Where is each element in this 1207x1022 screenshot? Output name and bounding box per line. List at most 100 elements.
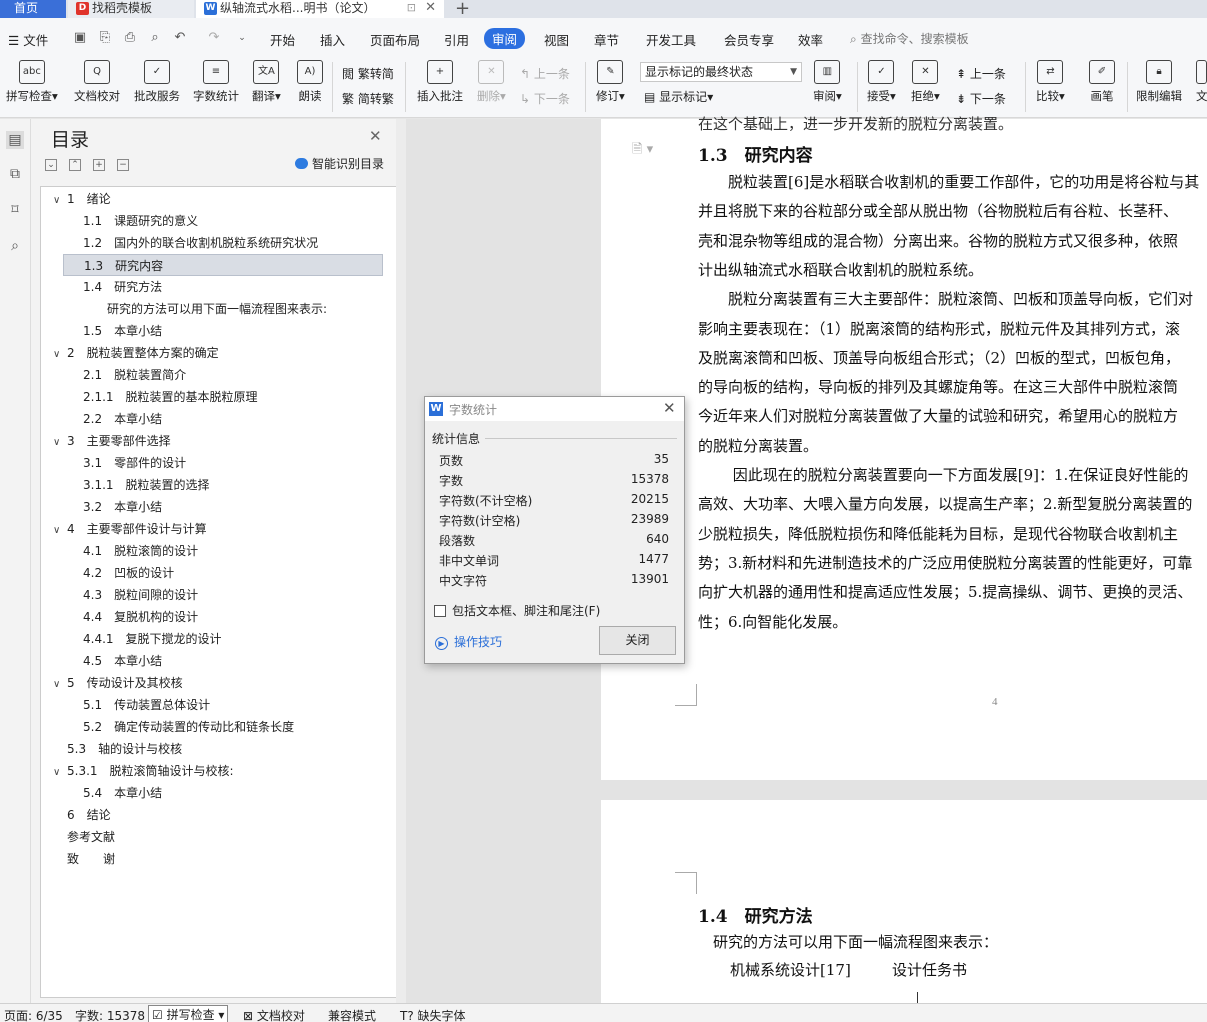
next-comment-button[interactable]: ↳ 下一条 <box>520 90 570 107</box>
read-aloud-button[interactable]: A) 朗读 <box>297 60 323 104</box>
chevron-down-icon[interactable]: ∨ <box>53 762 67 784</box>
pin-icon[interactable]: ⊡ <box>407 0 416 16</box>
chevron-down-icon[interactable]: ∨ <box>53 190 67 212</box>
insert-comment-button[interactable]: + 插入批注 <box>417 60 463 104</box>
save-icon[interactable]: ▣ <box>72 30 88 46</box>
markup-state-select[interactable]: 显示标记的最终状态 ▼ <box>640 62 802 82</box>
toc-item[interactable]: ∨ 2 脱粒装置整体方案的确定 <box>53 342 219 364</box>
tab-home[interactable]: 首页 <box>0 0 66 18</box>
word-count-indicator[interactable]: 字数: 15378 <box>75 1007 145 1022</box>
menu-review[interactable]: 审阅 <box>484 28 526 49</box>
spell-check-button[interactable]: abc 拼写检查▾ <box>6 60 58 104</box>
restrict-edit-button[interactable]: 🔒︎ 限制编辑 <box>1136 60 1182 104</box>
toc-item[interactable]: 4.1 脱粒滚筒的设计 <box>83 540 198 562</box>
command-search[interactable]: ⌕ 查找命令、搜索模板 <box>850 30 969 47</box>
print-icon[interactable]: ⎙ <box>122 30 138 46</box>
translate-button[interactable]: 文A 翻译▾ <box>252 60 281 104</box>
tips-link[interactable]: ▶ 操作技巧 <box>435 633 502 650</box>
close-button[interactable]: 关闭 <box>599 626 676 655</box>
menu-layout[interactable]: 页面布局 <box>370 30 420 49</box>
review-pane-button[interactable]: ▥ 审阅▾ <box>813 60 842 104</box>
toc-item[interactable]: 研究的方法可以用下面一幅流程图来表示: <box>107 298 327 320</box>
toc-item[interactable]: 4.3 脱粒间隙的设计 <box>83 584 198 606</box>
toc-item[interactable]: 1.2 国内外的联合收割机脱粒系统研究状况 <box>83 232 318 254</box>
doc-permission-button[interactable]: 文 <box>1196 60 1207 104</box>
toc-item[interactable]: 3.2 本章小结 <box>83 496 162 518</box>
menu-chapter[interactable]: 章节 <box>594 30 619 49</box>
chevron-down-icon[interactable]: ∨ <box>53 674 67 696</box>
toc-item[interactable]: ∨ 4 主要零部件设计与计算 <box>53 518 207 540</box>
collapse-all-icon[interactable]: ⌄ <box>45 159 57 171</box>
word-count-button[interactable]: ≡ 字数统计 <box>193 60 239 104</box>
menu-start[interactable]: 开始 <box>270 30 295 49</box>
toc-item[interactable]: 致 谢 <box>67 848 115 870</box>
trad-to-simp-button[interactable]: 閲 繁转简 <box>342 65 394 82</box>
toc-item[interactable]: 1.4 研究方法 <box>83 276 162 298</box>
prev-change-button[interactable]: ⇞ 上一条 <box>956 65 1006 82</box>
toc-item[interactable]: 5.4 本章小结 <box>83 782 162 804</box>
page-indicator[interactable]: 页面: 6/35 <box>4 1007 63 1022</box>
simp-to-trad-button[interactable]: 繁 简转繁 <box>342 90 394 107</box>
compare-button[interactable]: ⇄ 比较▾ <box>1036 60 1065 104</box>
toc-item[interactable]: 2.2 本章小结 <box>83 408 162 430</box>
export-icon[interactable]: ⎘ <box>97 30 113 46</box>
menu-member[interactable]: 会员专享 <box>724 30 774 49</box>
toc-item[interactable]: 1.5 本章小结 <box>83 320 162 342</box>
toc-item[interactable]: 5.1 传动装置总体设计 <box>83 694 210 716</box>
toc-item[interactable]: 2.1.1 脱粒装置的基本脱粒原理 <box>83 386 258 408</box>
smart-toc-button[interactable]: 智能识别目录 <box>295 155 384 172</box>
doc-check-status[interactable]: ⊠ 文档校对 <box>243 1007 305 1022</box>
toc-item[interactable]: 4.4 复脱机构的设计 <box>83 606 198 628</box>
prev-comment-button[interactable]: ↰ 上一条 <box>520 65 570 82</box>
missing-font-status[interactable]: T? 缺失字体 <box>400 1007 466 1022</box>
toc-item[interactable]: ∨ 5.3.1 脱粒滚筒轴设计与校核: <box>53 760 234 782</box>
toc-item[interactable]: 5.2 确定传动装置的传动比和链条长度 <box>83 716 294 738</box>
accept-button[interactable]: ✓ 接受▾ <box>867 60 896 104</box>
toc-item[interactable]: 6 结论 <box>67 804 111 826</box>
toc-item[interactable]: 4.2 凹板的设计 <box>83 562 174 584</box>
toc-item[interactable]: 4.5 本章小结 <box>83 650 162 672</box>
close-icon[interactable]: ✕ <box>663 399 676 417</box>
menu-insert[interactable]: 插入 <box>320 30 345 49</box>
include-footnotes-checkbox[interactable]: 包括文本框、脚注和尾注(F) <box>434 602 600 619</box>
toc-item[interactable]: 5.3 轴的设计与校核 <box>67 738 182 760</box>
toc-item[interactable]: 1.3 研究内容 <box>63 254 383 276</box>
preview-icon[interactable]: ⌕ <box>147 30 163 46</box>
reject-button[interactable]: ✕ 拒绝▾ <box>911 60 940 104</box>
menu-efficiency[interactable]: 效率 <box>798 30 823 49</box>
tab-document[interactable]: W 纵轴流式水稻...明书（论文） ⊡ ✕ <box>196 0 444 18</box>
toc-item[interactable]: 3.1 零部件的设计 <box>83 452 186 474</box>
delete-comment-button[interactable]: ✕ 删除▾ <box>477 60 506 104</box>
doc-tools-icon[interactable]: 🗎︎ ▾ <box>632 140 653 162</box>
redo-icon[interactable]: ↷ <box>206 30 222 46</box>
toc-item[interactable]: 3.1.1 脱粒装置的选择 <box>83 474 210 496</box>
chevron-down-icon[interactable]: ∨ <box>53 520 67 542</box>
file-menu[interactable]: ☰ 文件 <box>8 30 48 49</box>
toc-item[interactable]: ∨ 3 主要零部件选择 <box>53 430 171 452</box>
toc-item[interactable]: 参考文献 <box>67 826 115 848</box>
expand-all-icon[interactable]: ⌃ <box>69 159 81 171</box>
add-level-icon[interactable]: + <box>93 159 105 171</box>
sections-icon[interactable]: ⧉ <box>6 165 24 183</box>
bookmark-icon[interactable]: ⌑ <box>6 201 24 219</box>
tab-docer-templates[interactable]: D 找稻壳模板 <box>68 0 194 18</box>
pen-button[interactable]: ✐ 画笔 <box>1089 60 1115 104</box>
undo-icon[interactable]: ↶ <box>172 30 188 46</box>
chevron-down-icon[interactable]: ⌄ <box>234 30 250 46</box>
toc-item[interactable]: 2.1 脱粒装置简介 <box>83 364 186 386</box>
toc-scrollbar[interactable] <box>396 119 406 1003</box>
chevron-down-icon[interactable]: ∨ <box>53 432 67 454</box>
next-change-button[interactable]: ⇟ 下一条 <box>956 90 1006 107</box>
close-icon[interactable]: ✕ <box>425 0 436 16</box>
toc-item[interactable]: ∨ 1 绪论 <box>53 188 111 210</box>
search-icon[interactable]: ⌕ <box>6 237 24 255</box>
chevron-down-icon[interactable]: ∨ <box>53 344 67 366</box>
toc-item[interactable]: 4.4.1 复脱下搅龙的设计 <box>83 628 222 650</box>
spell-check-status[interactable]: ☑ 拼写检查 ▾ <box>148 1005 229 1022</box>
remove-level-icon[interactable]: − <box>117 159 129 171</box>
toc-item[interactable]: ∨ 5 传动设计及其校核 <box>53 672 183 694</box>
close-icon[interactable]: ✕ <box>369 127 382 145</box>
menu-developer[interactable]: 开发工具 <box>646 30 696 49</box>
show-marks-button[interactable]: ▤ 显示标记▾ <box>644 88 713 105</box>
menu-view[interactable]: 视图 <box>544 30 569 49</box>
